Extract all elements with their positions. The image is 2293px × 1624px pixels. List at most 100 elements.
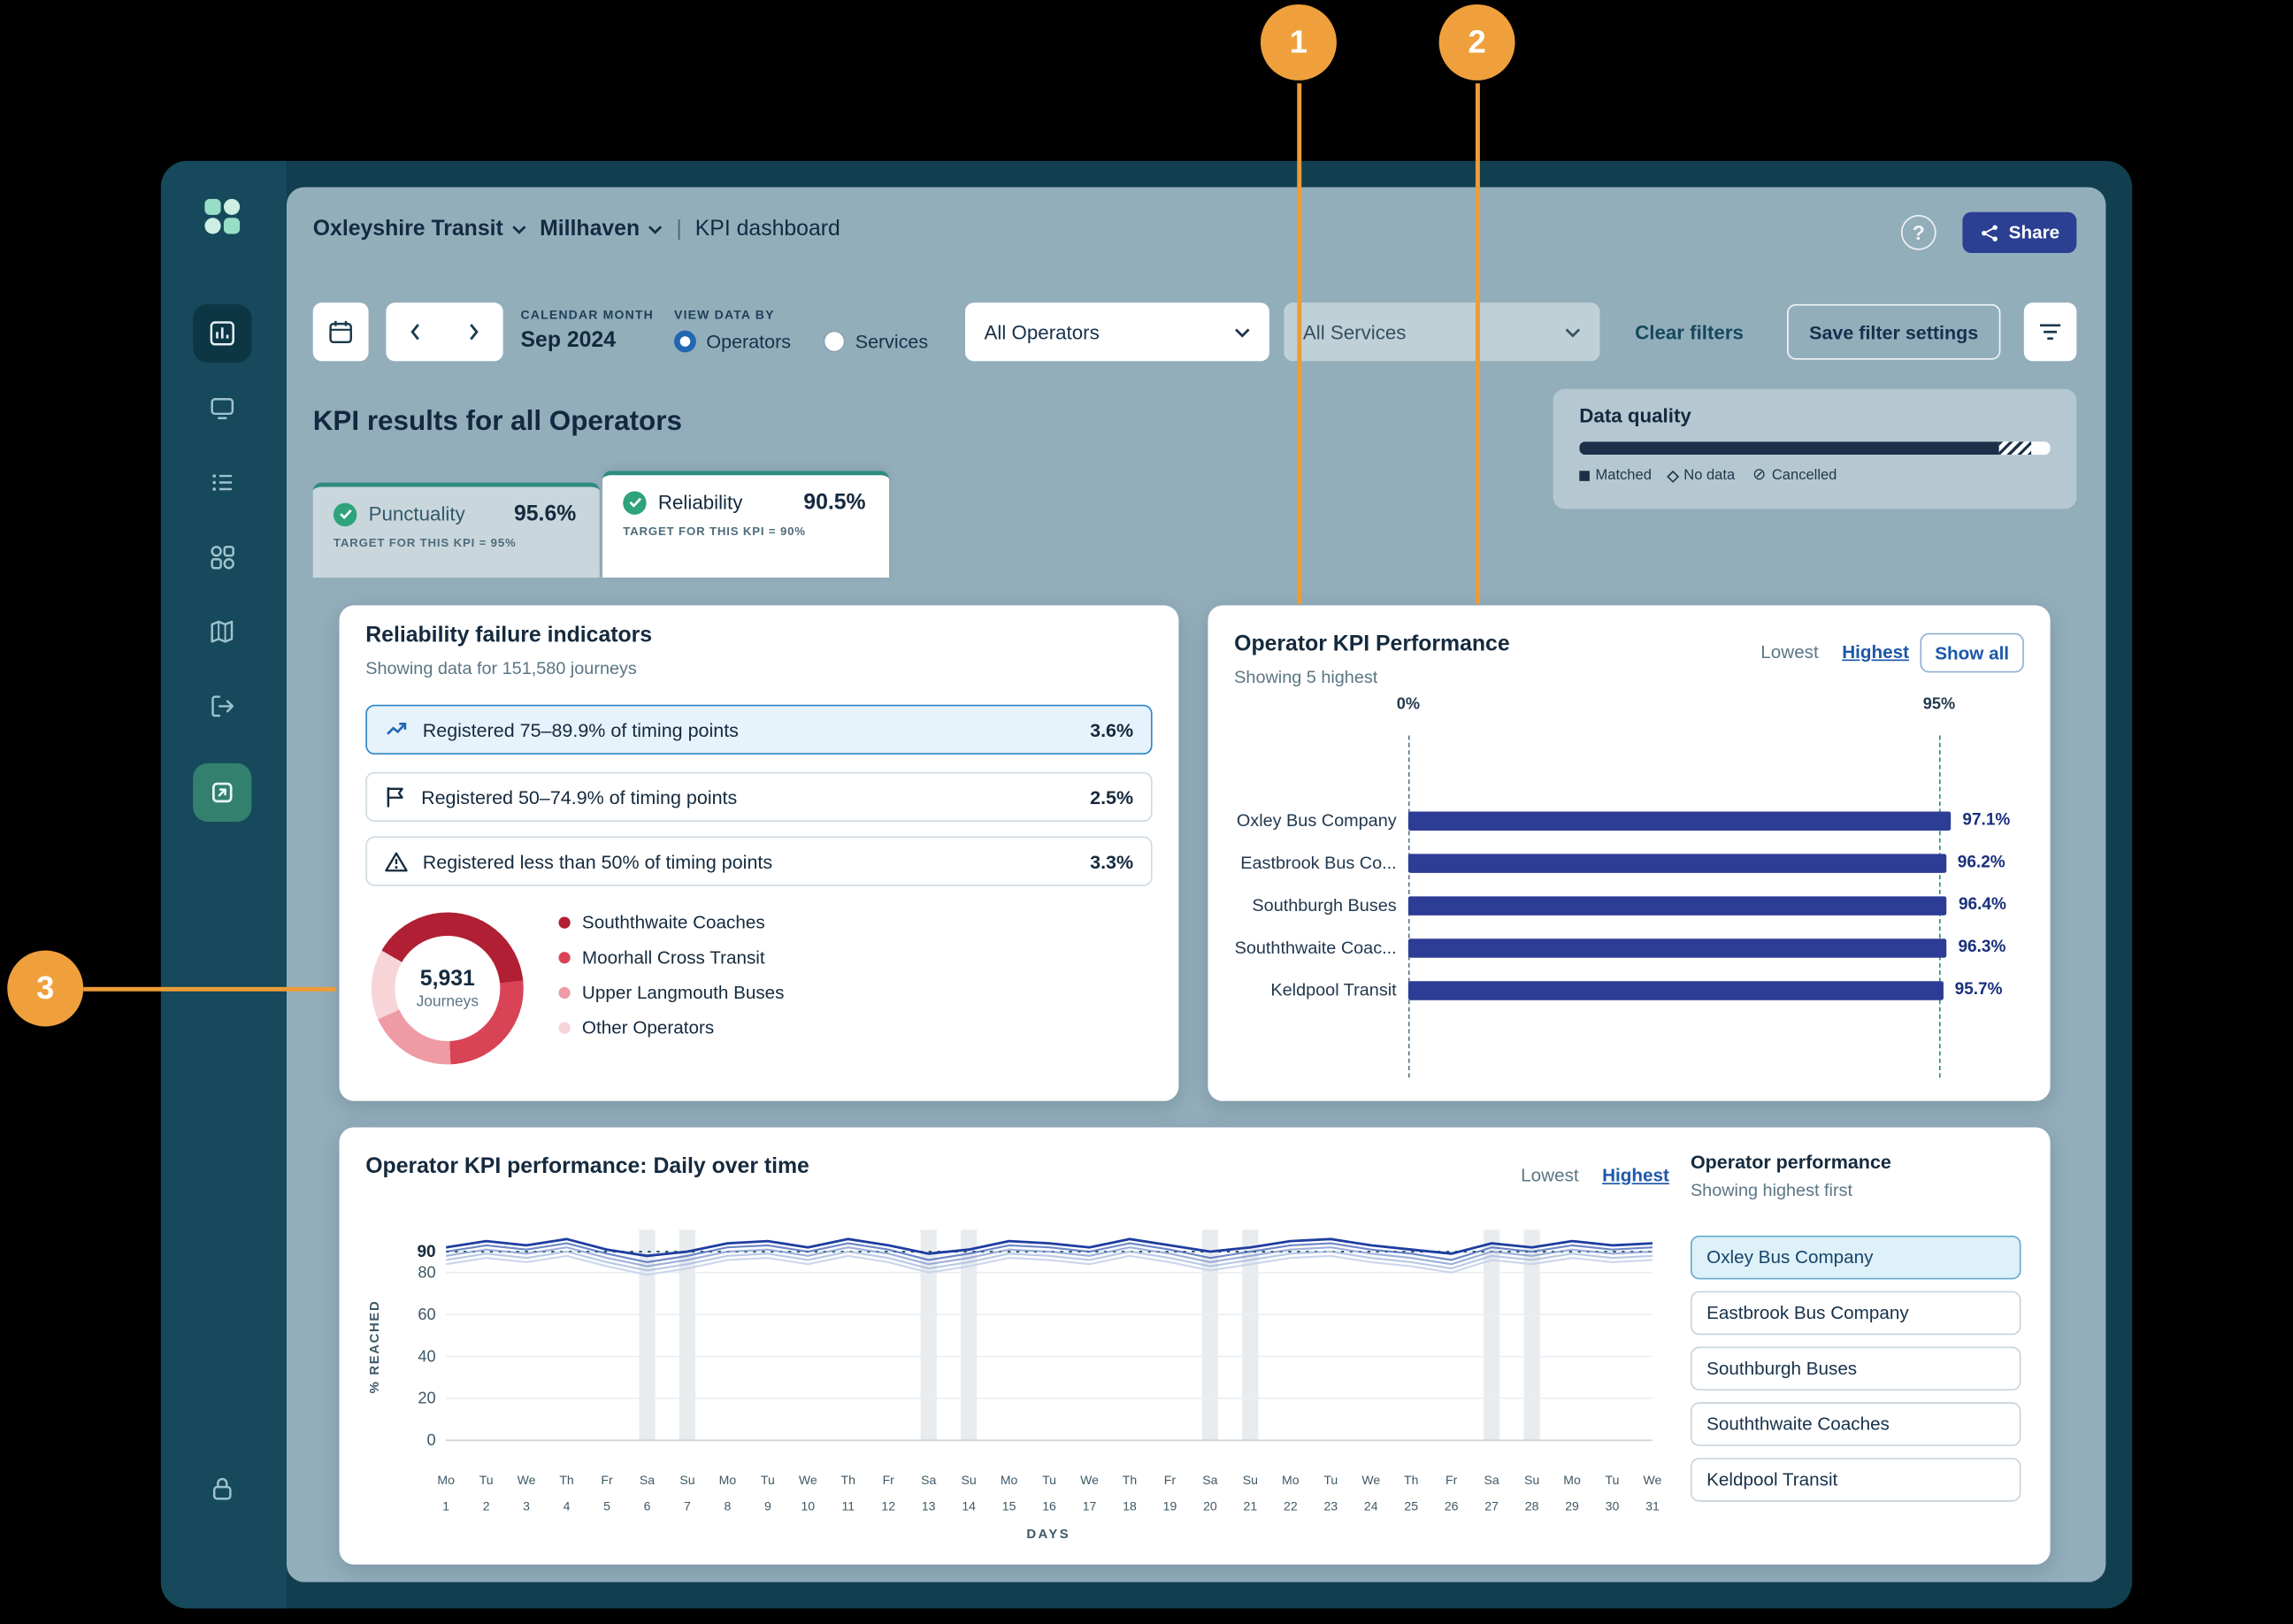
operator-item-oxley[interactable]: Oxley Bus Company (1691, 1236, 2021, 1280)
tab-target: TARGET FOR THIS KPI = 95% (334, 537, 579, 550)
widget-icon (209, 779, 235, 806)
share-button[interactable]: Share (1962, 212, 2076, 253)
tab-reliability[interactable]: Reliability 90.5% TARGET FOR THIS KPI = … (602, 471, 889, 578)
operators-dropdown[interactable]: All Operators (965, 303, 1269, 361)
svg-text:15: 15 (1002, 1499, 1016, 1513)
svg-text:Mo: Mo (1563, 1473, 1581, 1487)
svg-text:90: 90 (417, 1243, 435, 1261)
logout-icon (208, 692, 237, 721)
services-dropdown-value: All Services (1303, 321, 1407, 343)
app-window: Oxleyshire Transit Millhaven | KPI dashb… (161, 161, 2132, 1609)
legend-dot (558, 952, 570, 963)
failure-row-50-74[interactable]: Registered 50–74.9% of timing points 2.5… (365, 772, 1152, 822)
sort-highest[interactable]: Highest (1842, 642, 1909, 663)
sidebar-item-logout[interactable] (193, 677, 251, 735)
svg-text:We: We (1361, 1473, 1380, 1487)
radio-selected-icon (674, 331, 696, 353)
failure-row-label: Registered less than 50% of timing point… (423, 850, 772, 872)
sidebar-item-lock[interactable] (193, 1459, 251, 1518)
svg-text:7: 7 (684, 1499, 691, 1513)
data-quality-title: Data quality (1579, 405, 1691, 427)
next-month-button[interactable] (445, 303, 503, 361)
sidebar-item-dashboard[interactable] (193, 304, 251, 363)
save-filter-settings-button[interactable]: Save filter settings (1787, 304, 2000, 360)
selected-month: Sep 2024 (520, 327, 616, 352)
sidebar-item-map[interactable] (193, 602, 251, 661)
services-dropdown[interactable]: All Services (1284, 303, 1599, 361)
operator-item-eastbrook[interactable]: Eastbrook Bus Company (1691, 1291, 2021, 1336)
legend-cancelled: ⊘Cancelled (1752, 468, 1837, 484)
card-title: Reliability failure indicators (365, 623, 652, 647)
no-data-diamond-icon (1668, 470, 1680, 482)
operator-item-keldpool[interactable]: Keldpool Transit (1691, 1458, 2021, 1502)
svg-text:29: 29 (1565, 1499, 1579, 1513)
operators-radio-label: Operators (706, 331, 791, 353)
data-quality-card: Data quality Matched No data ⊘Cancelled (1553, 389, 2077, 509)
kpi-bar-row: Keldpool Transit 95.7% (1208, 971, 2041, 1009)
failure-indicators-card: Reliability failure indicators Showing d… (340, 605, 1179, 1100)
kpi-bar[interactable] (1408, 938, 1946, 956)
failure-row-75-89[interactable]: Registered 75–89.9% of timing points 3.6… (365, 705, 1152, 755)
kpi-bar[interactable] (1408, 854, 1946, 872)
filter-icon (2038, 322, 2061, 342)
svg-text:9: 9 (764, 1499, 771, 1513)
sidebar-item-shapes[interactable] (193, 528, 251, 586)
svg-text:We: We (1080, 1473, 1099, 1487)
show-all-button[interactable]: Show all (1920, 633, 2023, 673)
kpi-bar[interactable] (1408, 980, 1944, 999)
org-selector[interactable]: Oxleyshire Transit (313, 217, 526, 241)
location-selector[interactable]: Millhaven (540, 217, 663, 241)
svg-text:21: 21 (1244, 1499, 1258, 1513)
svg-text:Th: Th (841, 1473, 855, 1487)
failure-row-under-50[interactable]: Registered less than 50% of timing point… (365, 837, 1152, 886)
calendar-button[interactable] (313, 303, 369, 361)
annotation-badge-1: 1 (1261, 4, 1337, 80)
chevron-down-icon (512, 225, 527, 234)
chevron-down-icon (1565, 326, 1581, 337)
clear-filters-link[interactable]: Clear filters (1635, 322, 1744, 344)
tab-punctuality[interactable]: Punctuality 95.6% TARGET FOR THIS KPI = … (313, 483, 600, 578)
svg-text:Fr: Fr (883, 1473, 895, 1487)
panel-subtitle: Showing highest first (1691, 1180, 1852, 1200)
bar-category-label: Eastbrook Bus Co... (1208, 853, 1396, 873)
calendar-icon (327, 318, 354, 345)
services-radio[interactable]: Services (823, 331, 928, 353)
tab-label: Punctuality (369, 503, 465, 525)
operator-item-southburgh[interactable]: Southburgh Buses (1691, 1346, 2021, 1390)
svg-text:27: 27 (1484, 1499, 1499, 1513)
prev-month-button[interactable] (386, 303, 444, 361)
svg-text:6: 6 (644, 1499, 651, 1513)
kpi-bar-row: Souththwaite Coac... 96.3% (1208, 929, 2041, 967)
kpi-bar-row: Eastbrook Bus Co... 96.2% (1208, 844, 2041, 882)
kpi-bar[interactable] (1408, 895, 1947, 914)
operator-kpi-card: Operator KPI Performance Showing 5 highe… (1208, 605, 2050, 1100)
data-quality-nodata-segment (1998, 441, 2031, 455)
help-button[interactable]: ? (1901, 215, 1936, 250)
svg-text:10: 10 (801, 1499, 816, 1513)
failure-row-value: 3.3% (1090, 850, 1133, 872)
bar-category-label: Souththwaite Coac... (1208, 938, 1396, 958)
sidebar-item-widget[interactable] (193, 763, 251, 822)
donut-legend-item: Upper Langmouth Buses (558, 983, 784, 1003)
svg-text:12: 12 (881, 1499, 895, 1513)
chevron-down-icon (1234, 326, 1250, 337)
bar-category-label: Oxley Bus Company (1208, 810, 1396, 831)
sort-lowest[interactable]: Lowest (1760, 642, 1818, 663)
kpi-bar[interactable] (1408, 811, 1951, 830)
svg-text:Th: Th (559, 1473, 573, 1487)
flag-icon (385, 785, 407, 808)
operators-radio[interactable]: Operators (674, 331, 791, 353)
sidebar-item-monitor[interactable] (193, 379, 251, 437)
failure-row-value: 2.5% (1090, 786, 1133, 808)
donut-legend-item: Moorhall Cross Transit (558, 947, 764, 968)
sidebar (161, 161, 287, 1609)
journeys-donut-chart[interactable]: 5,931 Journeys (372, 913, 524, 1065)
annotation-line-3 (83, 987, 336, 991)
card-title: Operator KPI Performance (1234, 632, 1509, 656)
filter-button[interactable] (2024, 303, 2077, 361)
legend-dot (558, 1022, 570, 1033)
operator-item-souththwaite[interactable]: Souththwaite Coaches (1691, 1402, 2021, 1446)
svg-text:2: 2 (483, 1499, 490, 1513)
sidebar-item-list[interactable] (193, 453, 251, 511)
svg-text:16: 16 (1042, 1499, 1056, 1513)
